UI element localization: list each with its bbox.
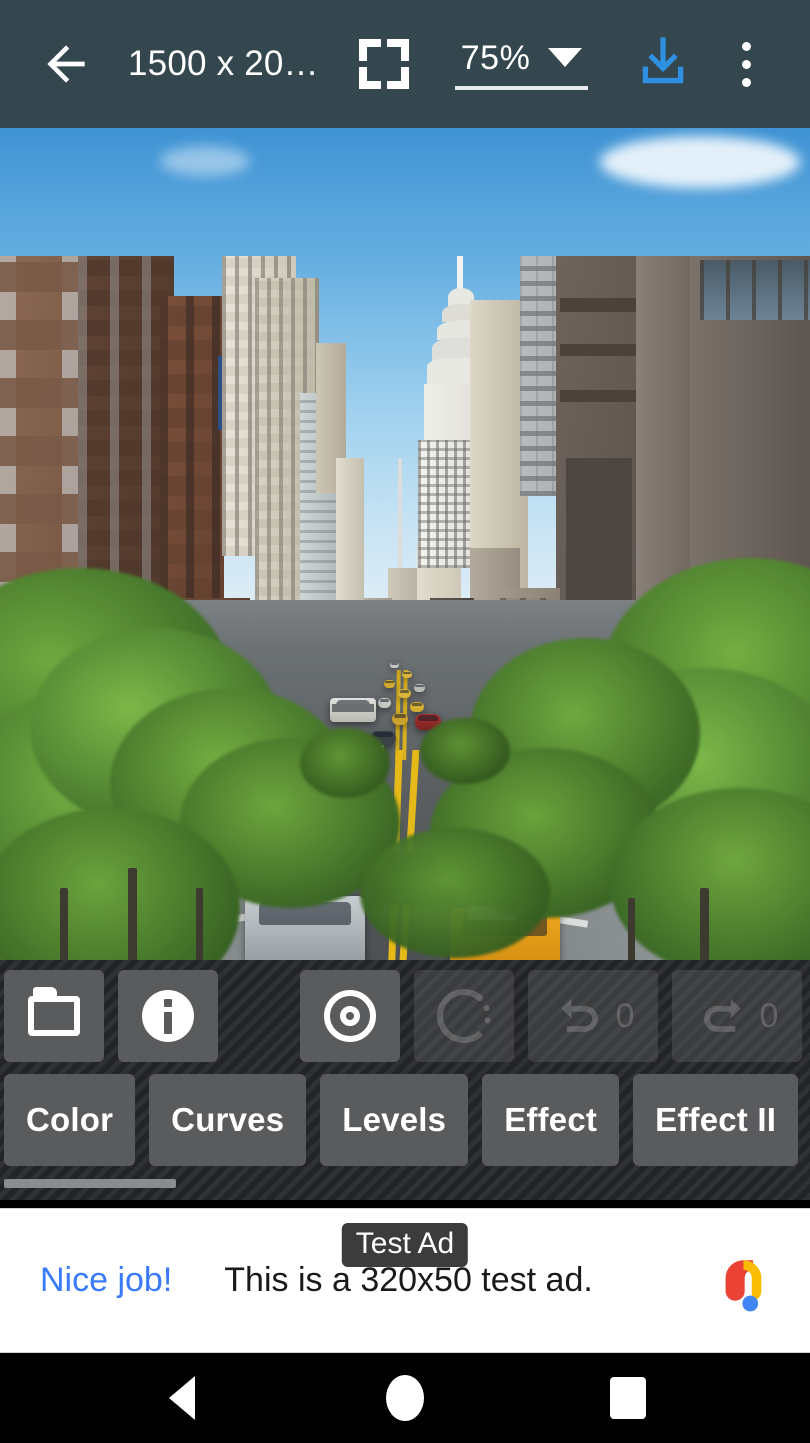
undo-icon: [552, 994, 606, 1038]
app-root: 1500 x 20… 75%: [0, 0, 810, 1440]
tab-effect[interactable]: Effect: [482, 1074, 619, 1166]
tree-trunk: [628, 898, 635, 960]
distant-taxi: [392, 713, 408, 725]
cloud-shape: [160, 146, 250, 176]
back-button[interactable]: [18, 16, 114, 112]
progress-circle-icon: [437, 989, 491, 1043]
info-icon: [142, 990, 194, 1042]
ad-banner[interactable]: Nice job! This is a 320x50 test ad. Test…: [0, 1208, 810, 1353]
redo-count: 0: [760, 997, 779, 1036]
overflow-dot-3-icon: [742, 78, 751, 87]
tree-canopy-mid: [300, 728, 390, 798]
image-canvas[interactable]: [0, 128, 810, 960]
distant-taxi: [402, 671, 412, 678]
tree-canopy-mid: [420, 718, 510, 784]
editor-toolbar: 0 0 Color Curves Levels Effect Effect II: [0, 960, 810, 1200]
nav-home-icon: [386, 1375, 424, 1421]
ad-cta-link[interactable]: Nice job!: [40, 1261, 172, 1300]
open-file-button[interactable]: [4, 970, 104, 1062]
fit-corner-top-left-icon: [359, 39, 381, 61]
right-building-band: [560, 390, 636, 402]
undo-count: 0: [616, 997, 635, 1036]
toolbar-action-row: 0 0: [0, 970, 810, 1066]
right-building-band: [560, 298, 636, 312]
info-button[interactable]: [118, 970, 218, 1062]
fit-corner-top-right-icon: [387, 39, 409, 61]
redo-button[interactable]: 0: [672, 970, 802, 1062]
save-download-button[interactable]: [628, 29, 698, 99]
nav-recents-icon: [610, 1377, 646, 1419]
toolbar-tab-row: Color Curves Levels Effect Effect II: [0, 1074, 810, 1170]
tree-trunk: [196, 888, 203, 960]
distant-taxi: [410, 702, 424, 712]
antenna-spire: [398, 458, 402, 578]
distant-taxi: [398, 689, 411, 698]
distant-car: [390, 662, 399, 668]
tree-canopy-right: [360, 828, 550, 958]
undo-button[interactable]: 0: [528, 970, 658, 1062]
chevron-down-icon: [548, 48, 582, 67]
tab-effect-2[interactable]: Effect II: [633, 1074, 798, 1166]
overflow-menu-button[interactable]: [716, 29, 776, 99]
tab-levels[interactable]: Levels: [320, 1074, 468, 1166]
tab-color[interactable]: Color: [4, 1074, 135, 1166]
tree-trunk: [128, 868, 137, 960]
nav-back-button[interactable]: [137, 1353, 227, 1443]
distant-car: [378, 698, 391, 708]
tree-trunk: [60, 888, 68, 960]
top-app-bar: 1500 x 20… 75%: [0, 0, 810, 128]
tab-curves[interactable]: Curves: [149, 1074, 306, 1166]
folder-icon: [28, 996, 80, 1036]
zoom-level-dropdown[interactable]: 75%: [455, 39, 589, 90]
overflow-dot-1-icon: [742, 42, 751, 51]
target-icon: [324, 990, 376, 1042]
distant-car: [414, 684, 425, 692]
redo-icon: [696, 994, 750, 1038]
right-building-band: [560, 344, 636, 356]
bus-windows: [332, 704, 374, 712]
zoom-level-value: 75%: [461, 39, 531, 78]
arrow-left-icon: [38, 36, 94, 92]
download-icon: [631, 32, 695, 96]
horizontal-scrollbar[interactable]: [4, 1179, 176, 1188]
distant-taxi: [384, 680, 395, 688]
nav-back-icon: [169, 1376, 195, 1420]
nav-recents-button[interactable]: [583, 1353, 673, 1443]
system-navigation-bar: [0, 1353, 810, 1443]
photo-street-scene: [0, 128, 810, 960]
nav-home-button[interactable]: [360, 1353, 450, 1443]
ad-gap: [0, 1200, 810, 1208]
apply-button[interactable]: [300, 970, 400, 1062]
fit-to-screen-button[interactable]: [353, 33, 415, 95]
cloud-shape: [600, 136, 800, 188]
fit-corner-bottom-right-icon: [387, 67, 409, 89]
overflow-dot-2-icon: [742, 60, 751, 69]
fit-corner-bottom-left-icon: [359, 67, 381, 89]
test-ad-badge: Test Ad: [342, 1223, 468, 1267]
window-mullions: [700, 260, 810, 320]
admob-logo-icon: [708, 1244, 782, 1318]
tree-trunk: [700, 888, 709, 960]
processing-button[interactable]: [414, 970, 514, 1062]
page-title: 1500 x 20…: [128, 44, 319, 84]
